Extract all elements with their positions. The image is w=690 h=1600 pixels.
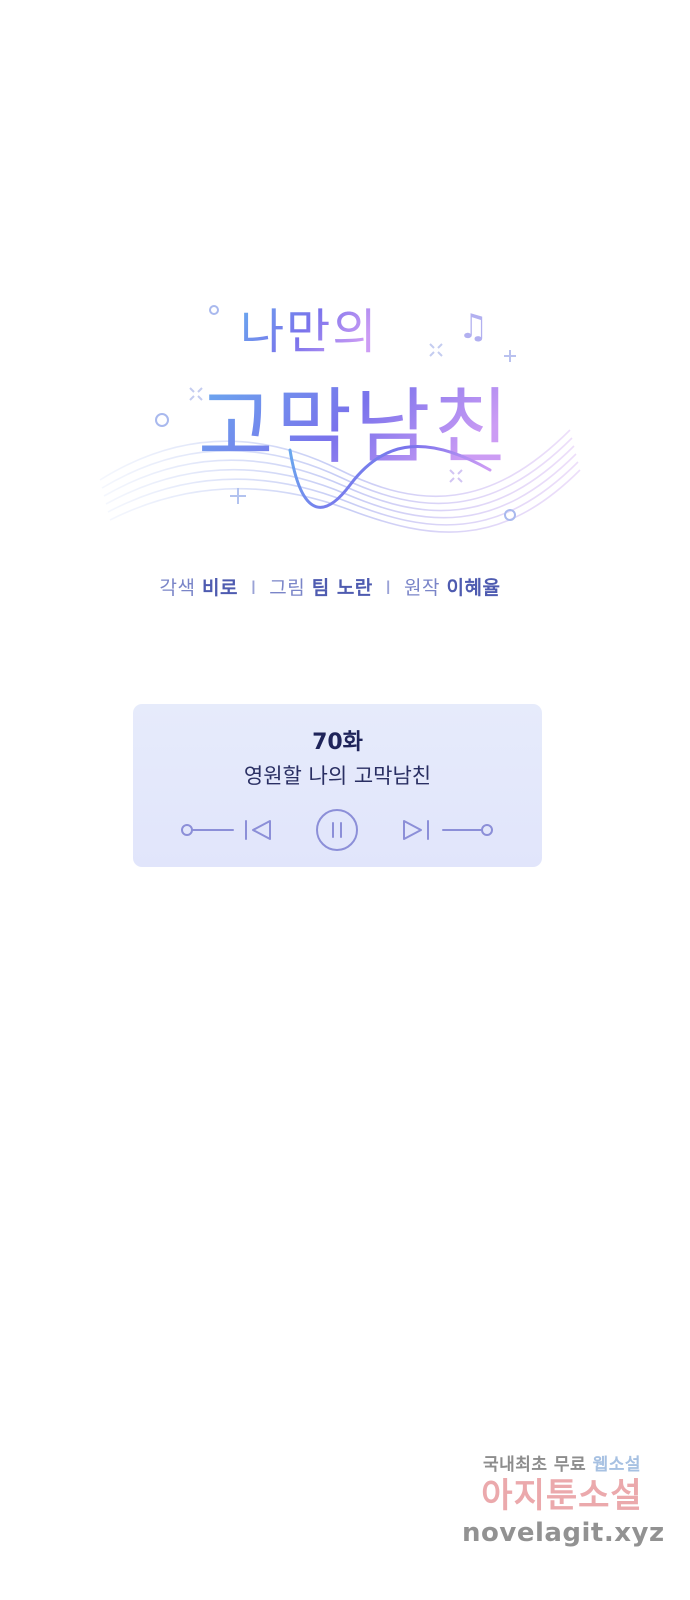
- watermark-line2: 아지툰소설: [481, 1476, 643, 1516]
- logo-line2: 고막남친: [198, 380, 512, 475]
- previous-icon[interactable]: [245, 820, 271, 840]
- separator: I: [250, 577, 257, 599]
- watermark: 국내최초 무료 웹소설 아지툰소설 novelagit.xyz: [462, 1450, 665, 1560]
- credits-line: 각색 비로 I 그림 팀 노란 I 원작 이혜율: [0, 573, 660, 600]
- art-label: 그림: [269, 577, 306, 599]
- original-name: 이혜율: [446, 577, 501, 599]
- episode-card: 70화 영원할 나의 고막남친: [133, 704, 542, 867]
- adapt-label: 각색: [159, 577, 196, 599]
- player-controls: [181, 809, 493, 851]
- separator: I: [385, 577, 392, 599]
- episode-title: 영원할 나의 고막남친: [243, 764, 432, 788]
- slider-left-icon[interactable]: [181, 824, 234, 836]
- watermark-highlight: 웹소설: [592, 1455, 642, 1475]
- pause-icon[interactable]: [316, 809, 358, 851]
- series-logo: 나만의 고막남친 ♫: [90, 280, 590, 570]
- logo-line1: 나만의: [240, 304, 378, 360]
- next-icon[interactable]: [403, 820, 429, 840]
- episode-number: 70화: [312, 730, 363, 755]
- watermark-line3: novelagit.xyz: [462, 1518, 665, 1548]
- watermark-line1: 국내최초 무료 웹소설: [462, 1450, 662, 1475]
- original-label: 원작: [404, 577, 440, 599]
- watermark-text: 국내최초 무료: [482, 1455, 587, 1475]
- art-name: 팀 노란: [311, 577, 373, 599]
- adapt-name: 비로: [202, 577, 239, 599]
- slider-right-icon[interactable]: [442, 824, 493, 836]
- music-note-icon: ♫: [458, 307, 488, 347]
- logo-graphic: 나만의 고막남친 ♫: [99, 304, 581, 533]
